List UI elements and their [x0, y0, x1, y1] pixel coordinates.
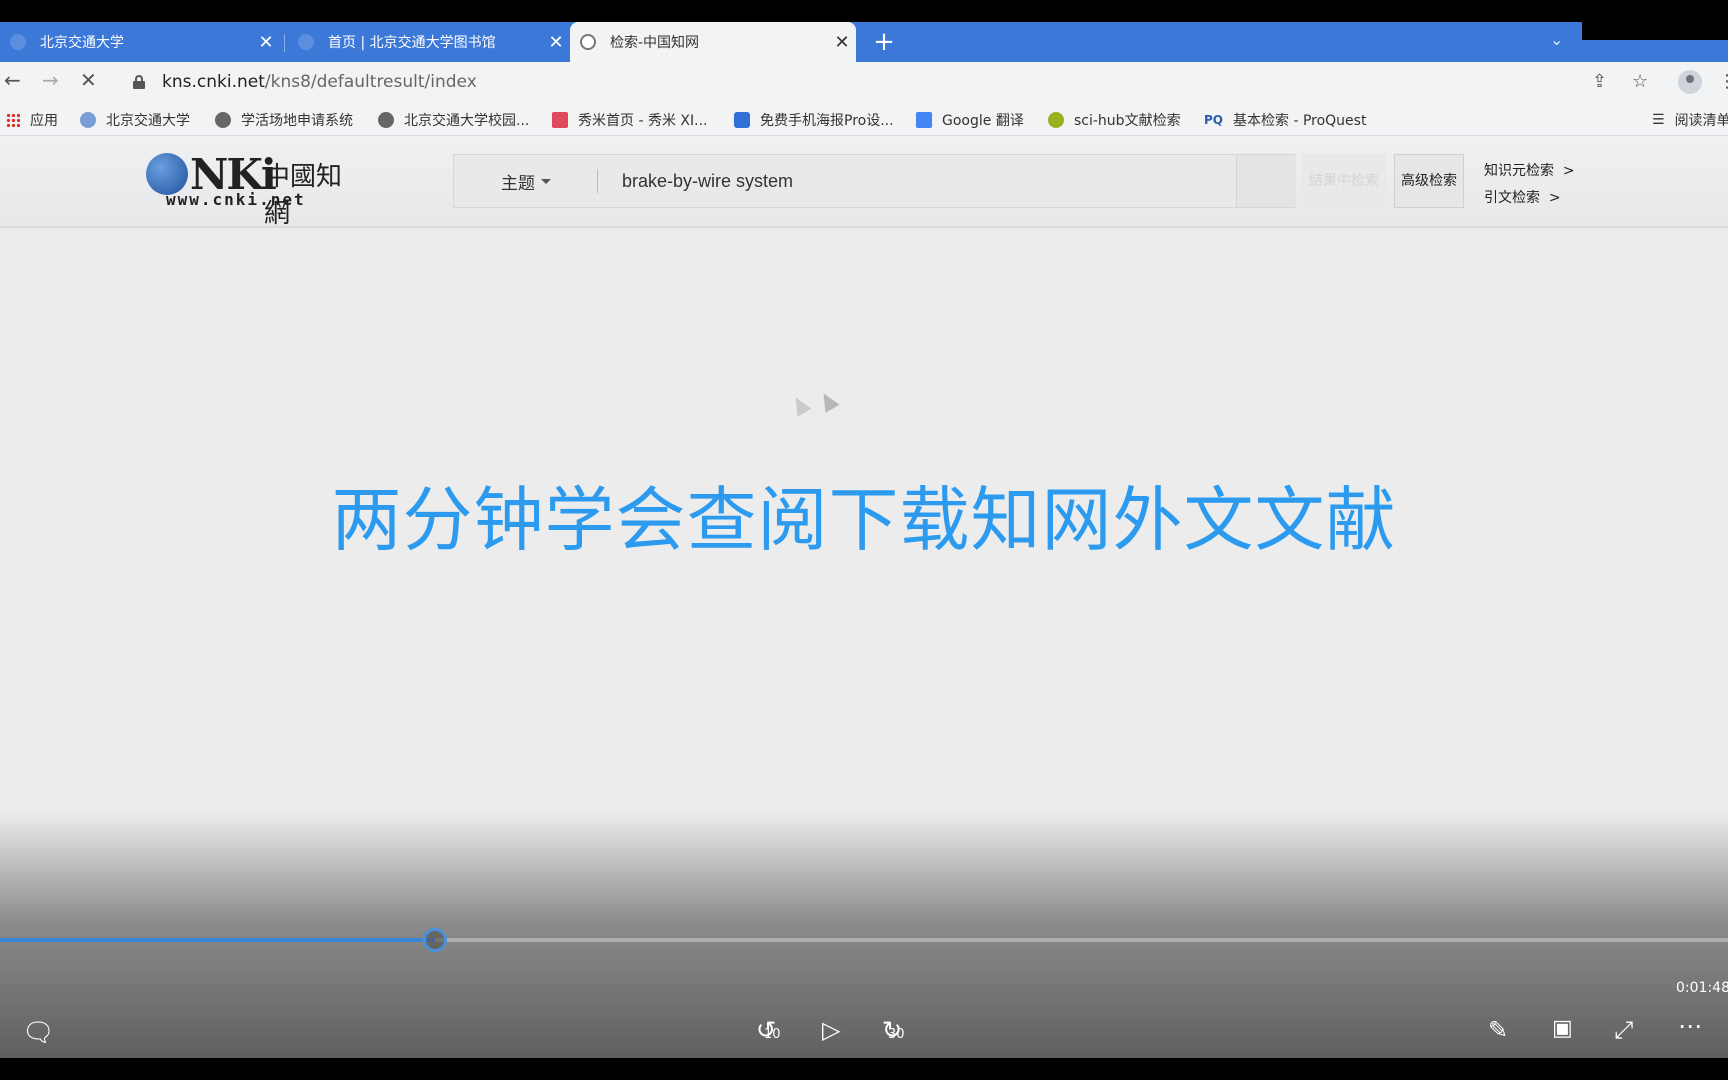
- search-field-select[interactable]: 主题: [454, 155, 598, 207]
- lock-icon: [132, 75, 146, 89]
- progress-track[interactable]: [0, 938, 1728, 942]
- bookmark-xiumi[interactable]: 秀米首页 - 秀米 XI...: [552, 110, 707, 130]
- cnki-logo[interactable]: NKi 中國知網 www.cnki.net: [146, 150, 360, 229]
- tab-title: 检索-中国知网: [610, 35, 700, 51]
- mini-view-icon[interactable]: ▣: [1552, 1016, 1573, 1041]
- profile-avatar-icon[interactable]: [1678, 70, 1702, 94]
- mouse-cursor-icon: [816, 389, 840, 413]
- minimize-icon[interactable]: —: [1604, 22, 1620, 23]
- cnki-header: NKi 中國知網 www.cnki.net 主题 brake-by-wire s…: [0, 136, 1728, 229]
- close-icon[interactable]: ✕: [828, 32, 856, 53]
- progress-fill: [0, 938, 436, 942]
- video-headline: 两分钟学会查阅下载知网外文文献: [331, 479, 1397, 561]
- search-button[interactable]: [1236, 155, 1296, 207]
- bookmark-label: 学活场地申请系统: [241, 113, 353, 129]
- bookmark-label: 免费手机海报Pro设...: [760, 113, 894, 129]
- cnki-favicon-icon: [580, 34, 596, 50]
- bookmark-poster[interactable]: 免费手机海报Pro设...: [734, 110, 894, 130]
- bookmark-label: 北京交通大学校园...: [404, 113, 530, 129]
- field-select-label: 主题: [501, 173, 535, 194]
- pencil-icon[interactable]: ✎: [1488, 1016, 1508, 1044]
- restore-icon[interactable]: ❐: [1660, 22, 1674, 23]
- tab-search-chevron-icon[interactable]: ⌄: [1550, 30, 1563, 49]
- stop-loading-icon[interactable]: ✕: [80, 68, 97, 92]
- bookmark-campus[interactable]: 北京交通大学校园...: [378, 110, 529, 130]
- knowledge-search-link[interactable]: 知识元检索 >: [1484, 160, 1575, 180]
- forward-arrow-icon[interactable]: →: [42, 68, 59, 92]
- window-controls: — ❐ ✕: [1582, 22, 1728, 40]
- video-controls-overlay: [0, 812, 1728, 1058]
- bjtu-favicon-icon: [10, 34, 26, 50]
- timecode: 0:01:48: [1676, 980, 1728, 996]
- search-box: 主题 brake-by-wire system: [453, 154, 1296, 208]
- bookmark-google-translate[interactable]: Google 翻译: [916, 110, 1024, 130]
- bottom-letterbox: [0, 1058, 1728, 1080]
- browser-toolbar: ← → ✕ kns.cnki.net/kns8/defaultresult/in…: [0, 62, 1728, 102]
- proquest-icon: PQ: [1204, 113, 1223, 127]
- bookmark-star-icon[interactable]: ☆: [1632, 71, 1648, 92]
- rewind-seconds: 10: [764, 1027, 781, 1042]
- advanced-search-button[interactable]: 高级检索: [1394, 154, 1464, 208]
- tab-cnki[interactable]: 检索-中国知网 ✕: [570, 22, 856, 62]
- bookmark-label: 阅读清单: [1674, 113, 1728, 129]
- bookmark-label: 应用: [30, 113, 58, 129]
- captions-icon[interactable]: 🗨: [22, 1018, 55, 1048]
- logo-url: www.cnki.net: [166, 190, 306, 209]
- tab-bjtu[interactable]: 北京交通大学 ✕: [0, 22, 280, 62]
- close-icon[interactable]: ✕: [542, 32, 570, 53]
- divider: [597, 169, 598, 193]
- bookmark-bjtu[interactable]: 北京交通大学: [80, 110, 190, 130]
- scihub-icon: [1048, 112, 1064, 128]
- apps-grid-icon: [6, 113, 20, 127]
- url-host: kns.cnki.net: [162, 72, 265, 92]
- globe-icon: [378, 112, 394, 128]
- library-favicon-icon: [298, 34, 314, 50]
- mouse-cursor-icon: [788, 393, 812, 417]
- window-close-icon[interactable]: ✕: [1714, 22, 1727, 23]
- citation-search-link[interactable]: 引文检索 >: [1484, 187, 1561, 207]
- logo-globe-icon: [146, 153, 188, 195]
- menu-kebab-icon[interactable]: ⋮: [1718, 71, 1728, 92]
- share-icon[interactable]: ⇪: [1592, 71, 1607, 92]
- bookmark-venue-system[interactable]: 学活场地申请系统: [215, 110, 353, 130]
- bookmark-label: 秀米首页 - 秀米 XI...: [578, 113, 708, 129]
- bookmark-label: sci-hub文献检索: [1074, 113, 1181, 129]
- url-path: /kns8/defaultresult/index: [264, 72, 477, 92]
- globe-icon: [215, 112, 231, 128]
- tab-title: 北京交通大学: [40, 35, 124, 51]
- search-input[interactable]: brake-by-wire system: [622, 155, 1182, 207]
- search-within-results-button[interactable]: 结果中检索: [1302, 154, 1386, 208]
- university-icon: [80, 112, 96, 128]
- new-tab-plus-icon[interactable]: +: [868, 26, 900, 58]
- fullscreen-icon[interactable]: ⤢: [1614, 1016, 1633, 1044]
- bookmark-scihub[interactable]: sci-hub文献检索: [1048, 110, 1181, 130]
- browser-tabstrip: 北京交通大学 ✕ 首页 | 北京交通大学图书馆 ✕ 检索-中国知网 ✕ + ⌄ …: [0, 22, 1728, 62]
- play-icon[interactable]: ▷: [822, 1016, 840, 1044]
- close-icon[interactable]: ✕: [252, 32, 280, 53]
- tab-separator: [284, 34, 285, 52]
- bookmarks-bar: 应用 北京交通大学 学活场地申请系统 北京交通大学校园... 秀米首页 - 秀米…: [0, 102, 1728, 136]
- poster-icon: [734, 112, 750, 128]
- reading-list-icon: ☰: [1652, 112, 1665, 128]
- bookmark-reading-list[interactable]: ☰ 阅读清单: [1652, 110, 1728, 130]
- address-bar[interactable]: kns.cnki.net/kns8/defaultresult/index: [118, 66, 1638, 98]
- more-options-icon[interactable]: ⋯: [1678, 1012, 1702, 1040]
- bookmark-label: 北京交通大学: [106, 113, 190, 129]
- back-arrow-icon[interactable]: ←: [4, 68, 21, 92]
- bookmark-label: Google 翻译: [942, 113, 1024, 129]
- xiumi-icon: [552, 112, 568, 128]
- bookmark-apps[interactable]: 应用: [6, 110, 58, 130]
- tab-library[interactable]: 首页 | 北京交通大学图书馆 ✕: [288, 22, 570, 62]
- bookmark-proquest[interactable]: PQ 基本检索 - ProQuest: [1204, 110, 1366, 130]
- tab-title: 首页 | 北京交通大学图书馆: [328, 35, 496, 51]
- google-translate-icon: [916, 112, 932, 128]
- caret-down-icon: [541, 178, 551, 184]
- forward-seconds: 30: [888, 1027, 905, 1042]
- bookmark-label: 基本检索 - ProQuest: [1233, 113, 1367, 129]
